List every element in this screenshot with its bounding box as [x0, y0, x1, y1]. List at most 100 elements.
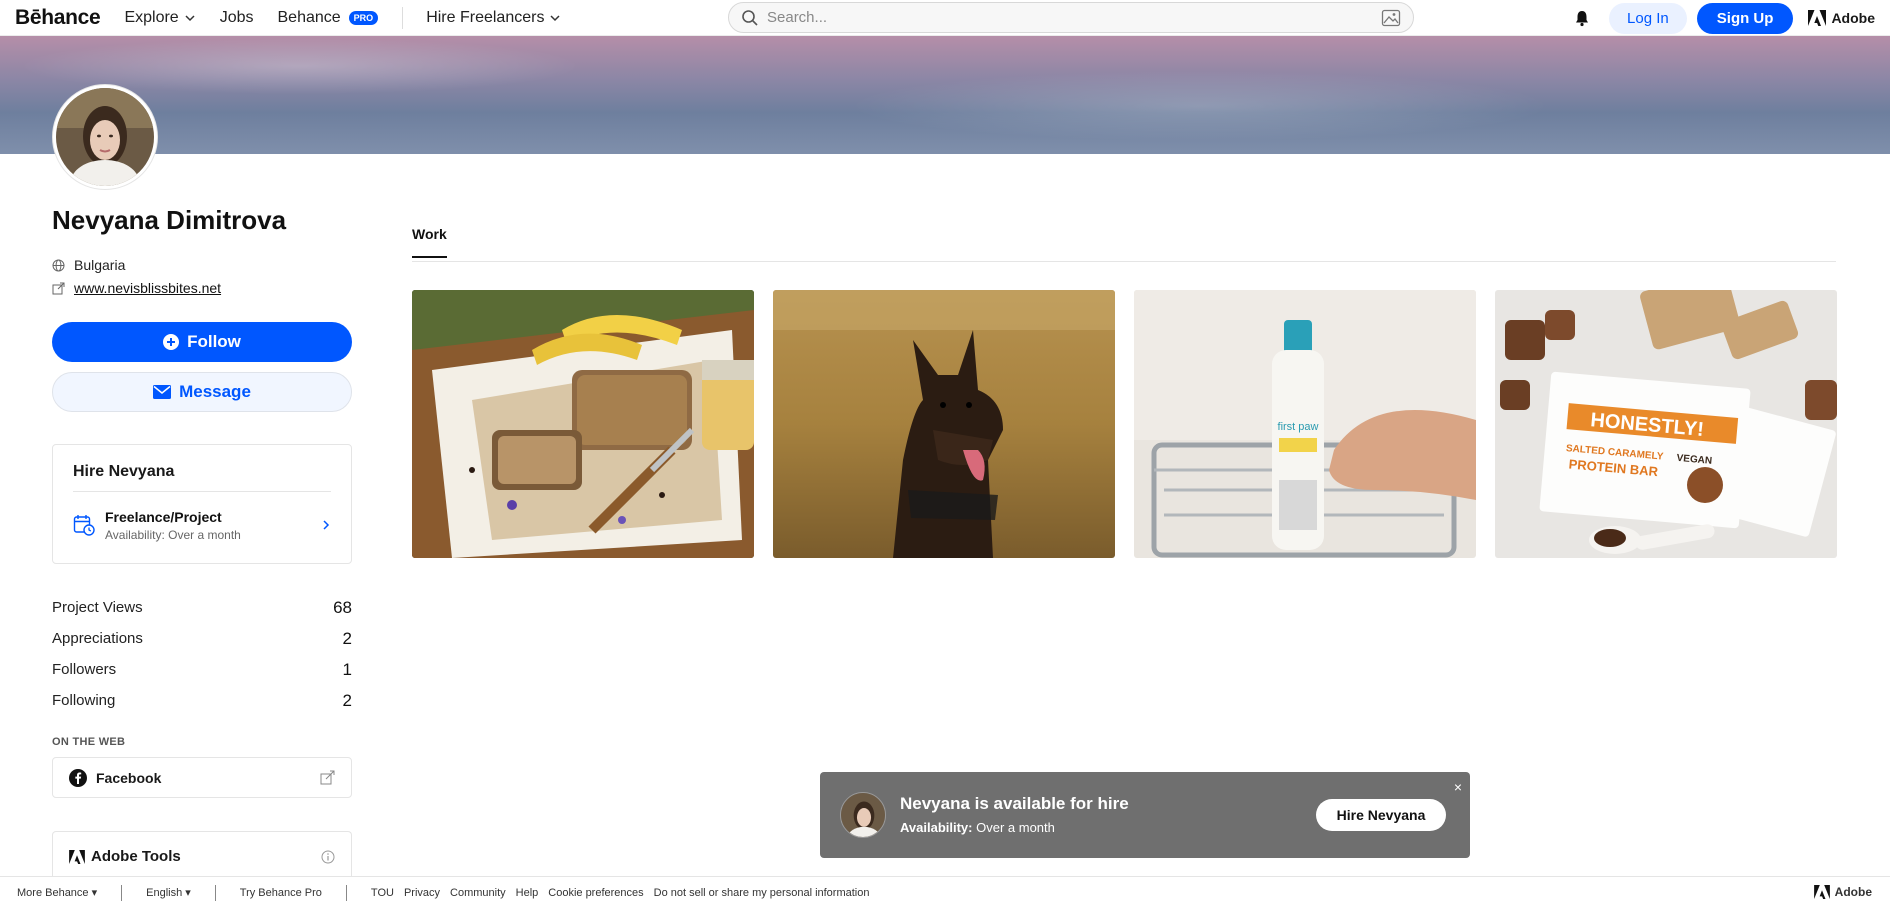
message-button[interactable]: Message — [52, 372, 352, 412]
adobe-tools-card: Adobe Tools — [52, 831, 352, 881]
adobe-label: Adobe — [1831, 10, 1875, 26]
footer-link-privacy[interactable]: Privacy — [404, 887, 440, 899]
login-button[interactable]: Log In — [1609, 2, 1687, 34]
website-row: www.nevisblissbites.net — [52, 280, 221, 296]
stat-label: Project Views — [52, 599, 143, 616]
facebook-label: Facebook — [96, 769, 162, 786]
profile-name: Nevyana Dimitrova — [52, 205, 287, 235]
hire-card: Hire Nevyana Freelance/Project Availabil… — [52, 444, 352, 564]
chevron-right-icon — [323, 520, 330, 530]
project-card-dog[interactable] — [773, 290, 1115, 558]
stat-value: 2 — [342, 628, 352, 648]
top-navigation: Bēhance Explore Jobs Behance PRO Hire Fr… — [0, 0, 1890, 36]
image-search-icon[interactable] — [1381, 9, 1401, 27]
footer-link-cookies[interactable]: Cookie preferences — [548, 887, 643, 899]
hire-card-title: Hire Nevyana — [73, 463, 175, 480]
search-bar[interactable]: Search... — [728, 2, 1414, 33]
footer-try-pro[interactable]: Try Behance Pro — [240, 887, 322, 899]
stat-label: Following — [52, 692, 116, 709]
footer: More Behance ▾ English ▾ Try Behance Pro… — [0, 876, 1890, 908]
stat-followers[interactable]: Followers 1 — [52, 654, 352, 685]
stat-value: 68 — [333, 597, 352, 617]
project-card-first-paw[interactable]: first paw — [1134, 290, 1476, 558]
search-icon — [742, 9, 758, 26]
nav-explore[interactable]: Explore — [124, 9, 195, 27]
profile-stats: Project Views 68 Appreciations 2 Followe… — [52, 592, 352, 716]
project-thumbnail — [773, 290, 1115, 558]
nav-right: Log In Sign Up Adobe — [1573, 0, 1875, 36]
footer-adobe-logo[interactable]: Adobe — [1813, 885, 1872, 899]
website-link[interactable]: www.nevisblissbites.net — [74, 280, 221, 296]
behance-logo[interactable]: Bēhance — [15, 6, 101, 30]
facebook-icon — [69, 768, 87, 787]
nav-divider — [402, 6, 404, 29]
message-label: Message — [179, 382, 251, 401]
search-input[interactable]: Search... — [767, 9, 1381, 26]
bell-icon[interactable] — [1573, 9, 1591, 27]
toast-availability-label: Availability: — [900, 820, 973, 835]
tab-work[interactable]: Work — [412, 226, 447, 258]
share-out-icon — [320, 770, 335, 785]
hire-item-availability: Availability: Over a month — [105, 527, 241, 542]
stat-label: Followers — [52, 661, 117, 678]
stat-label: Appreciations — [52, 630, 143, 647]
chevron-down-icon — [185, 14, 195, 21]
hire-item-text: Freelance/Project Availability: Over a m… — [105, 509, 321, 542]
project-thumbnail — [412, 290, 754, 558]
chevron-down-icon — [550, 14, 560, 21]
stat-appreciations: Appreciations 2 — [52, 623, 352, 654]
stat-value: 2 — [342, 690, 352, 710]
footer-adobe-label: Adobe — [1834, 885, 1872, 899]
signup-button[interactable]: Sign Up — [1696, 2, 1794, 34]
project-thumbnail: first paw — [1134, 290, 1476, 558]
project-card-banana-bread[interactable] — [412, 290, 754, 558]
project-card-honestly[interactable]: HONESTLY! SALTED CARAMELY VEGAN PROTEIN … — [1495, 290, 1837, 558]
adobe-icon — [1808, 10, 1827, 26]
stat-project-views: Project Views 68 — [52, 592, 352, 623]
footer-link-tou[interactable]: TOU — [371, 887, 394, 899]
footer-link-do-not-sell[interactable]: Do not sell or share my personal informa… — [654, 887, 870, 899]
adobe-icon — [1813, 885, 1830, 899]
nav-behance-label: Behance — [277, 8, 341, 26]
nav-hire-label: Hire Freelancers — [426, 8, 545, 26]
profile-tabs: Work — [412, 226, 1836, 262]
nav-hire-freelancers[interactable]: Hire Freelancers — [426, 9, 561, 27]
nav-behance-pro[interactable]: Behance PRO — [278, 9, 379, 27]
on-the-web-heading: ON THE WEB — [52, 736, 126, 748]
location-row: Bulgaria — [52, 257, 125, 273]
hire-item-title: Freelance/Project — [105, 508, 222, 525]
project-grid: first paw HONESTLY! SALTED CARAMELY VEGA… — [412, 290, 1837, 558]
mail-icon — [153, 385, 172, 399]
nav-jobs[interactable]: Jobs — [220, 9, 254, 27]
follow-button[interactable]: Follow — [52, 322, 352, 362]
hire-availability-toast: Nevyana is available for hire Availabili… — [820, 772, 1470, 858]
profile-banner — [0, 36, 1890, 154]
toast-avatar — [840, 792, 886, 838]
calendar-clock-icon — [73, 515, 95, 536]
location-text: Bulgaria — [74, 257, 126, 273]
hire-card-divider — [73, 491, 331, 492]
footer-link-community[interactable]: Community — [450, 887, 506, 899]
toast-availability-value: Over a month — [976, 820, 1055, 835]
adobe-icon — [69, 849, 85, 864]
external-link-icon — [52, 282, 65, 294]
facebook-link[interactable]: Facebook — [52, 757, 352, 798]
close-icon[interactable]: × — [1454, 779, 1462, 795]
stat-following[interactable]: Following 2 — [52, 685, 352, 716]
profile-avatar — [52, 84, 158, 190]
hire-button[interactable]: Hire Nevyana — [1316, 799, 1446, 831]
project-brand-text: first paw — [1278, 421, 1319, 433]
follow-label: Follow — [187, 332, 241, 351]
hire-freelance-option[interactable]: Freelance/Project Availability: Over a m… — [73, 507, 331, 543]
info-icon[interactable] — [321, 850, 335, 864]
nav-explore-label: Explore — [124, 8, 179, 26]
toast-title: Nevyana is available for hire — [900, 794, 1129, 813]
globe-icon — [52, 259, 65, 271]
footer-link-help[interactable]: Help — [516, 887, 539, 899]
project-thumbnail: HONESTLY! SALTED CARAMELY VEGAN PROTEIN … — [1495, 290, 1837, 558]
footer-language[interactable]: English ▾ — [146, 886, 191, 899]
footer-more-behance[interactable]: More Behance ▾ — [17, 886, 97, 899]
adobe-logo[interactable]: Adobe — [1808, 10, 1875, 26]
stat-value: 1 — [342, 659, 352, 679]
footer-divider — [121, 884, 123, 901]
